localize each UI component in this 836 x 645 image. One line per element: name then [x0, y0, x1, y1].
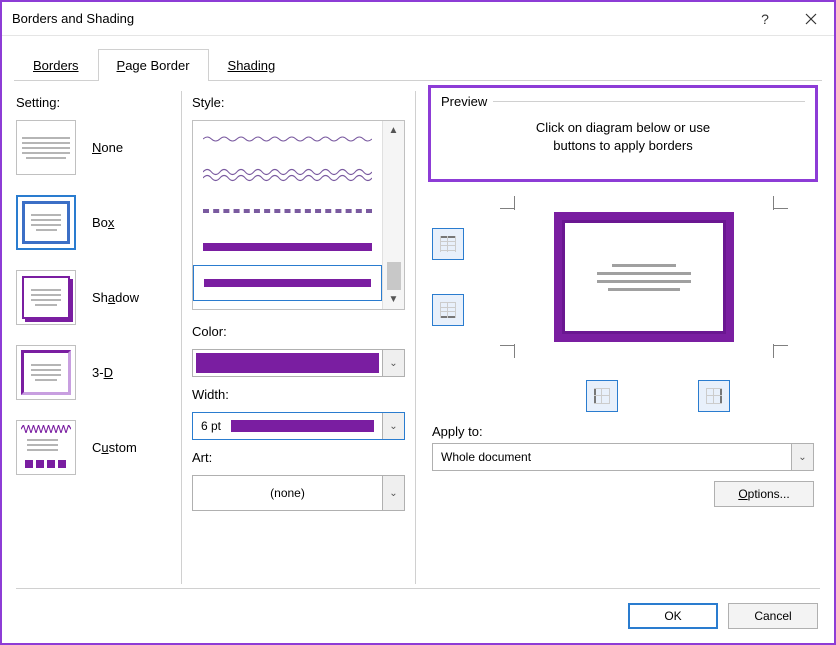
- preview-highlight: Preview Click on diagram below or use bu…: [428, 85, 818, 182]
- width-value: 6 pt: [201, 419, 221, 433]
- setting-label-3d[interactable]: 3-D: [92, 365, 113, 380]
- border-bottom-button[interactable]: [432, 294, 464, 326]
- style-option-wavy2[interactable]: [193, 157, 382, 193]
- color-combo[interactable]: ⌄: [192, 349, 405, 377]
- apply-to-value: Whole document: [441, 450, 531, 464]
- setting-label-box[interactable]: Box: [92, 215, 114, 230]
- dialog-footer: OK Cancel: [2, 589, 834, 643]
- style-scrollbar[interactable]: ▲ ▼: [382, 121, 404, 309]
- preview-diagram[interactable]: [474, 192, 814, 362]
- tab-strip: Borders Page Border Shading: [2, 36, 834, 80]
- apply-to-dropdown-button[interactable]: ⌄: [791, 444, 813, 470]
- setting-icon-3d[interactable]: [16, 345, 76, 400]
- width-combo[interactable]: 6 pt ⌄: [192, 412, 405, 440]
- scroll-up-icon[interactable]: ▲: [389, 125, 399, 136]
- setting-label-shadow[interactable]: Shadow: [92, 290, 139, 305]
- border-right-button[interactable]: [698, 380, 730, 412]
- style-option-wavy1[interactable]: [193, 121, 382, 157]
- style-option-dashed[interactable]: [193, 193, 382, 229]
- tab-shading[interactable]: Shading: [209, 49, 295, 81]
- borders-shading-dialog: Borders and Shading ? Borders Page Borde…: [0, 0, 836, 645]
- scroll-thumb[interactable]: [387, 262, 401, 290]
- width-label: Width:: [192, 387, 405, 402]
- title-bar: Borders and Shading ?: [2, 2, 834, 36]
- apply-to-label: Apply to:: [432, 424, 814, 439]
- setting-label: Setting:: [16, 95, 171, 110]
- art-combo[interactable]: (none) ⌄: [192, 475, 405, 511]
- color-swatch: [196, 353, 379, 373]
- window-title: Borders and Shading: [12, 11, 742, 26]
- border-left-button[interactable]: [586, 380, 618, 412]
- style-option-thick2-selected[interactable]: [193, 265, 382, 301]
- style-option-thick1[interactable]: [193, 229, 382, 265]
- preview-label: Preview: [441, 94, 487, 109]
- tab-borders[interactable]: Borders: [14, 49, 98, 81]
- setting-icon-custom[interactable]: [16, 420, 76, 475]
- art-dropdown-button[interactable]: ⌄: [382, 476, 404, 510]
- art-value: (none): [270, 486, 305, 500]
- color-label: Color:: [192, 324, 405, 339]
- apply-to-combo[interactable]: Whole document ⌄: [432, 443, 814, 471]
- setting-icon-shadow[interactable]: [16, 270, 76, 325]
- color-dropdown-button[interactable]: ⌄: [382, 350, 404, 376]
- help-button[interactable]: ?: [742, 2, 788, 36]
- style-label: Style:: [192, 95, 405, 110]
- close-button[interactable]: [788, 2, 834, 36]
- setting-icon-none[interactable]: [16, 120, 76, 175]
- cancel-button[interactable]: Cancel: [728, 603, 818, 629]
- preview-page[interactable]: [554, 212, 734, 342]
- border-top-button[interactable]: [432, 228, 464, 260]
- setting-icon-box[interactable]: [16, 195, 76, 250]
- preview-message: Click on diagram below or use buttons to…: [441, 119, 805, 155]
- setting-label-none[interactable]: None: [92, 140, 123, 155]
- art-label: Art:: [192, 450, 405, 465]
- setting-label-custom[interactable]: Custom: [92, 440, 137, 455]
- style-listbox[interactable]: ▲ ▼: [192, 120, 405, 310]
- width-dropdown-button[interactable]: ⌄: [382, 413, 404, 439]
- tab-page-border[interactable]: Page Border: [98, 49, 209, 81]
- ok-button[interactable]: OK: [628, 603, 718, 629]
- scroll-down-icon[interactable]: ▼: [389, 294, 399, 305]
- width-preview-bar: [231, 420, 374, 432]
- options-button[interactable]: Options...: [714, 481, 814, 507]
